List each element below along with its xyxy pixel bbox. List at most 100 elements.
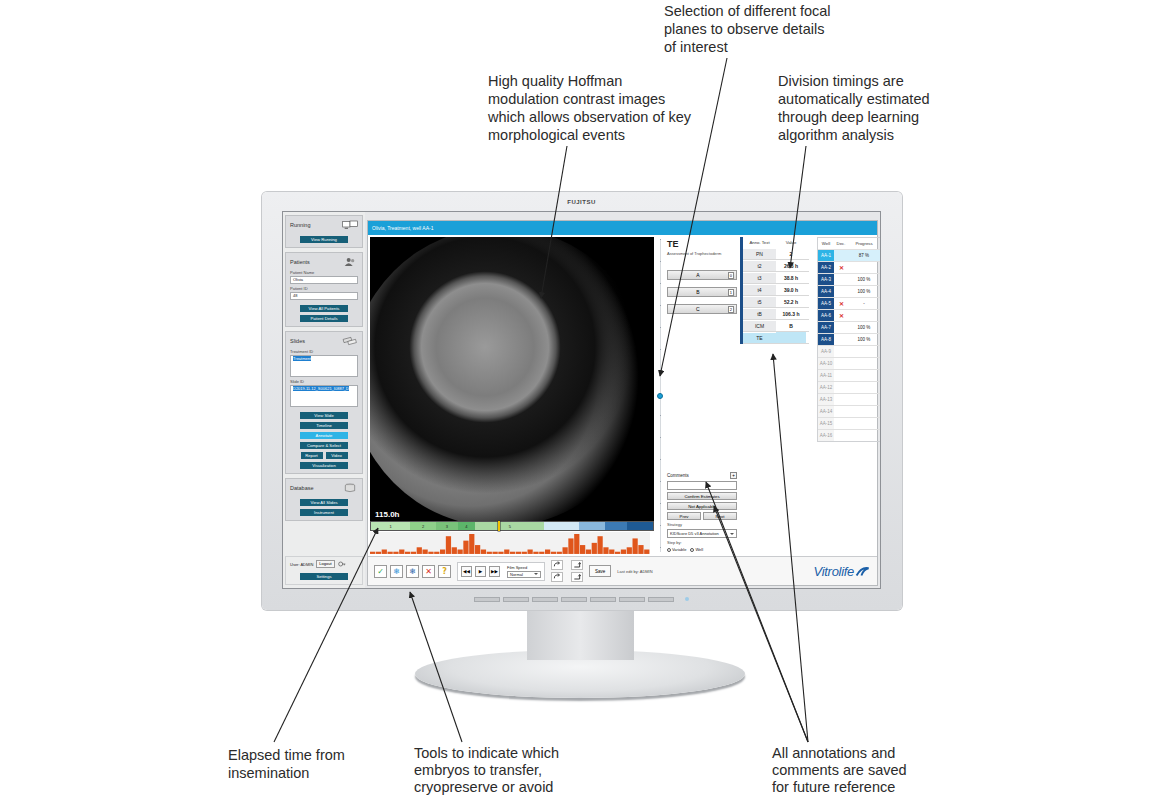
settings-button[interactable]: Settings <box>300 573 348 580</box>
well-row[interactable]: AA-4100 % <box>818 285 880 297</box>
sidebar-button[interactable]: View Running <box>300 236 348 243</box>
activity-bar <box>545 550 550 554</box>
timeline-segment[interactable] <box>605 522 627 530</box>
nav-button[interactable]: Prev <box>667 512 701 520</box>
action-button[interactable]: Confirm Estimates <box>667 492 737 500</box>
well-row[interactable]: AA-2✕ <box>818 261 880 273</box>
sidebar-button[interactable]: Report <box>301 452 323 459</box>
comment-input[interactable] <box>667 481 737 490</box>
add-comment-button[interactable]: + <box>730 472 737 479</box>
annotation-row[interactable]: t552.2 h <box>743 296 809 308</box>
activity-bar <box>580 545 585 554</box>
annotation-row[interactable]: TE <box>743 332 809 344</box>
playback-button[interactable]: ◀◀ <box>461 566 472 577</box>
save-button[interactable]: Save <box>589 565 611 577</box>
monitor-button[interactable] <box>474 597 500 602</box>
sidebar-button[interactable]: Patient Details <box>300 315 348 322</box>
database-icon <box>342 483 358 493</box>
sidebar-button[interactable]: View All Slides <box>300 499 348 506</box>
well-row[interactable]: AA-16 <box>818 429 880 441</box>
field-input[interactable]: Treatment <box>290 355 358 377</box>
focal-plane-knob[interactable] <box>657 393 663 399</box>
annotation-row[interactable]: tB106.3 h <box>743 308 809 320</box>
decision-button[interactable]: ❄ <box>390 565 403 578</box>
grade-button[interactable]: C2 <box>667 304 737 314</box>
field-input[interactable]: Olivia <box>290 276 358 284</box>
step-radio[interactable]: Well <box>690 547 703 552</box>
column-header: Progress <box>848 241 880 246</box>
patient-icon <box>342 257 358 267</box>
timeline-segment[interactable]: 4 <box>458 522 475 530</box>
sidebar-button[interactable]: View Slide <box>300 412 348 419</box>
well-row[interactable]: AA-187 % <box>818 249 880 261</box>
callout-line <box>410 592 462 742</box>
annotation-table: Anno. TextValuePN2t226.8 ht338.8 ht439.0… <box>740 237 809 344</box>
activity-bar <box>446 536 451 554</box>
well-row[interactable]: AA-3100 % <box>818 273 880 285</box>
monitor-button[interactable] <box>532 597 558 602</box>
decision-button[interactable]: ? <box>438 565 451 578</box>
rotate-button[interactable] <box>551 560 563 570</box>
action-button[interactable]: Not Applicable <box>667 502 737 510</box>
annotation-row[interactable]: PN2 <box>743 248 809 260</box>
timeline-segment[interactable]: 1 <box>371 522 410 530</box>
well-row[interactable]: AA-7100 % <box>818 321 880 333</box>
monitor-button[interactable] <box>561 597 587 602</box>
annotation-row[interactable]: ICMB <box>743 320 809 332</box>
activity-bar <box>458 550 463 554</box>
grade-button[interactable]: B1 <box>667 287 737 297</box>
focal-plane-slider[interactable] <box>656 237 664 554</box>
well-row[interactable]: AA-13 <box>818 393 880 405</box>
well-row[interactable]: AA-9 <box>818 345 880 357</box>
annotation-row[interactable]: t226.8 h <box>743 260 809 272</box>
nav-button[interactable]: Next <box>703 512 737 520</box>
step-radio[interactable]: Variable <box>667 547 686 552</box>
activity-bar <box>388 552 393 554</box>
well-row[interactable]: AA-10 <box>818 357 880 369</box>
sidebar-button[interactable]: Visualization <box>300 462 348 469</box>
well-row[interactable]: AA-8100 % <box>818 333 880 345</box>
decision-button[interactable]: ❄ <box>406 565 419 578</box>
grade-button[interactable]: A0 <box>667 270 737 280</box>
well-row[interactable]: AA-5✕- <box>818 297 880 309</box>
sidebar-button[interactable]: View All Patients <box>300 305 348 312</box>
monitor-button[interactable] <box>619 597 645 602</box>
playback-button[interactable]: ▶▶ <box>489 566 500 577</box>
monitor-button[interactable] <box>590 597 616 602</box>
decision-button[interactable]: ✕ <box>422 565 435 578</box>
well-row[interactable]: AA-11 <box>818 369 880 381</box>
timeline-segment[interactable]: 3 <box>436 522 458 530</box>
callout-line <box>790 146 806 268</box>
rotate-button[interactable] <box>571 572 583 582</box>
monitor-button[interactable] <box>648 597 674 602</box>
activity-bar <box>405 552 410 554</box>
timeline-segment[interactable] <box>544 522 579 530</box>
field-input[interactable]: D2019.11.12_S00621_I0887_D <box>290 385 358 407</box>
sidebar-button[interactable]: Instrument <box>300 509 348 516</box>
monitor-button[interactable] <box>503 597 529 602</box>
sidebar-button[interactable]: Video <box>326 452 348 459</box>
annotation-row[interactable]: t439.0 h <box>743 284 809 296</box>
well-row[interactable]: AA-15 <box>818 417 880 429</box>
field-input[interactable]: 48 <box>290 292 358 300</box>
well-row[interactable]: AA-6✕ <box>818 309 880 321</box>
film-speed-select[interactable]: Normal <box>507 571 541 578</box>
timeline-segment[interactable]: 5 <box>475 522 544 530</box>
timeline-bar[interactable]: 12345 <box>370 521 654 531</box>
strategy-select[interactable]: KIDScore D5 v3 Annotation <box>667 529 737 538</box>
timeline-segment[interactable] <box>579 522 605 530</box>
timeline-marker[interactable] <box>498 521 500 531</box>
decision-button[interactable]: ✓ <box>374 565 387 578</box>
annotation-row[interactable]: t338.8 h <box>743 272 809 284</box>
sidebar-button[interactable]: Timeline <box>300 422 348 429</box>
well-row[interactable]: AA-12 <box>818 381 880 393</box>
sidebar-button[interactable]: Compare & Select <box>300 442 348 449</box>
timeline-segment[interactable] <box>627 522 653 530</box>
logout-button[interactable]: Logout <box>316 560 334 568</box>
timeline-segment[interactable]: 2 <box>410 522 436 530</box>
well-row[interactable]: AA-14 <box>818 405 880 417</box>
rotate-button[interactable] <box>571 560 583 570</box>
playback-button[interactable]: ▶ <box>475 566 486 577</box>
rotate-button[interactable] <box>551 572 563 582</box>
sidebar-button[interactable]: Annotate <box>300 432 348 439</box>
